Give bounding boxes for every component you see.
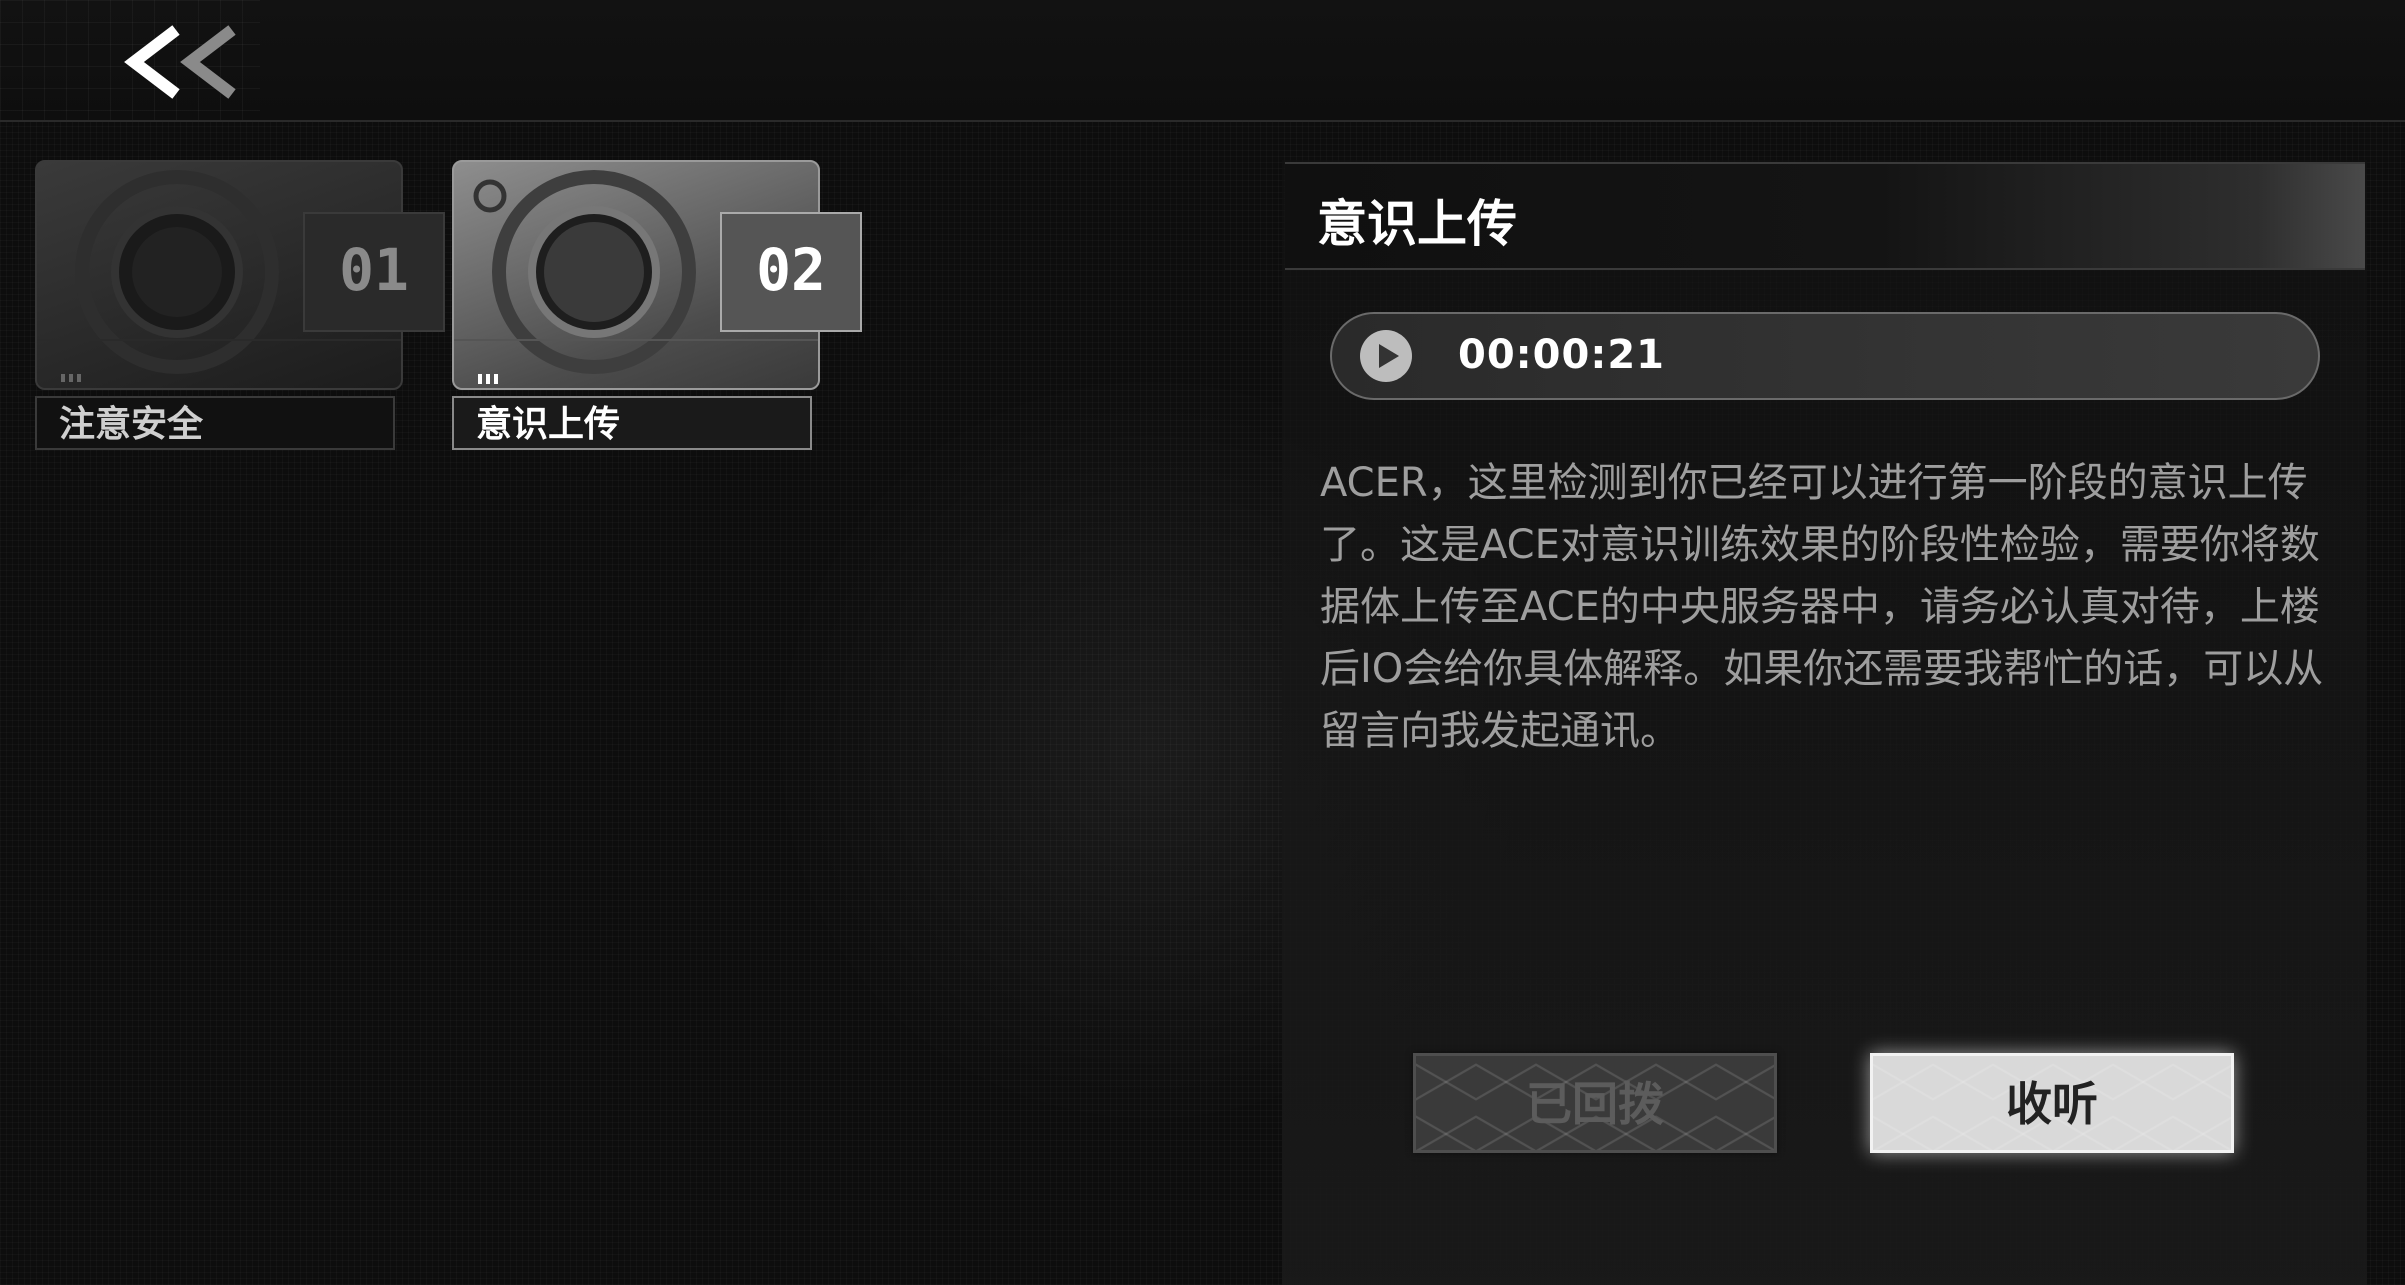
message-title: 注意安全 (35, 396, 395, 450)
listen-button-label: 收听 (2006, 1077, 2098, 1131)
message-number: 02 (720, 212, 862, 332)
audio-duration: 00:00:21 (1458, 332, 1665, 378)
message-number: 01 (303, 212, 445, 332)
top-bar (0, 0, 2405, 122)
double-chevron-left-icon (124, 25, 236, 99)
message-body: ACER，这里检测到你已经可以进行第一阶段的意识上传了。这是ACE对意识训练效果… (1320, 460, 2324, 754)
message-card-02[interactable]: 02 意识上传 (452, 160, 862, 456)
message-title: 意识上传 (452, 396, 812, 450)
detail-title: 意识上传 (1317, 195, 1517, 253)
redial-button-label: 已回拨 (1526, 1077, 1664, 1131)
back-button[interactable] (120, 22, 250, 102)
detail-title-bar: 意识上传 (1285, 162, 2365, 270)
message-card-01[interactable]: 01 注意安全 (35, 160, 445, 456)
audio-player[interactable]: 00:00:21 (1330, 312, 2320, 400)
redial-button[interactable]: 已回拨 (1413, 1053, 1777, 1153)
play-icon[interactable] (1360, 330, 1412, 382)
listen-button[interactable]: 收听 (1870, 1053, 2234, 1153)
